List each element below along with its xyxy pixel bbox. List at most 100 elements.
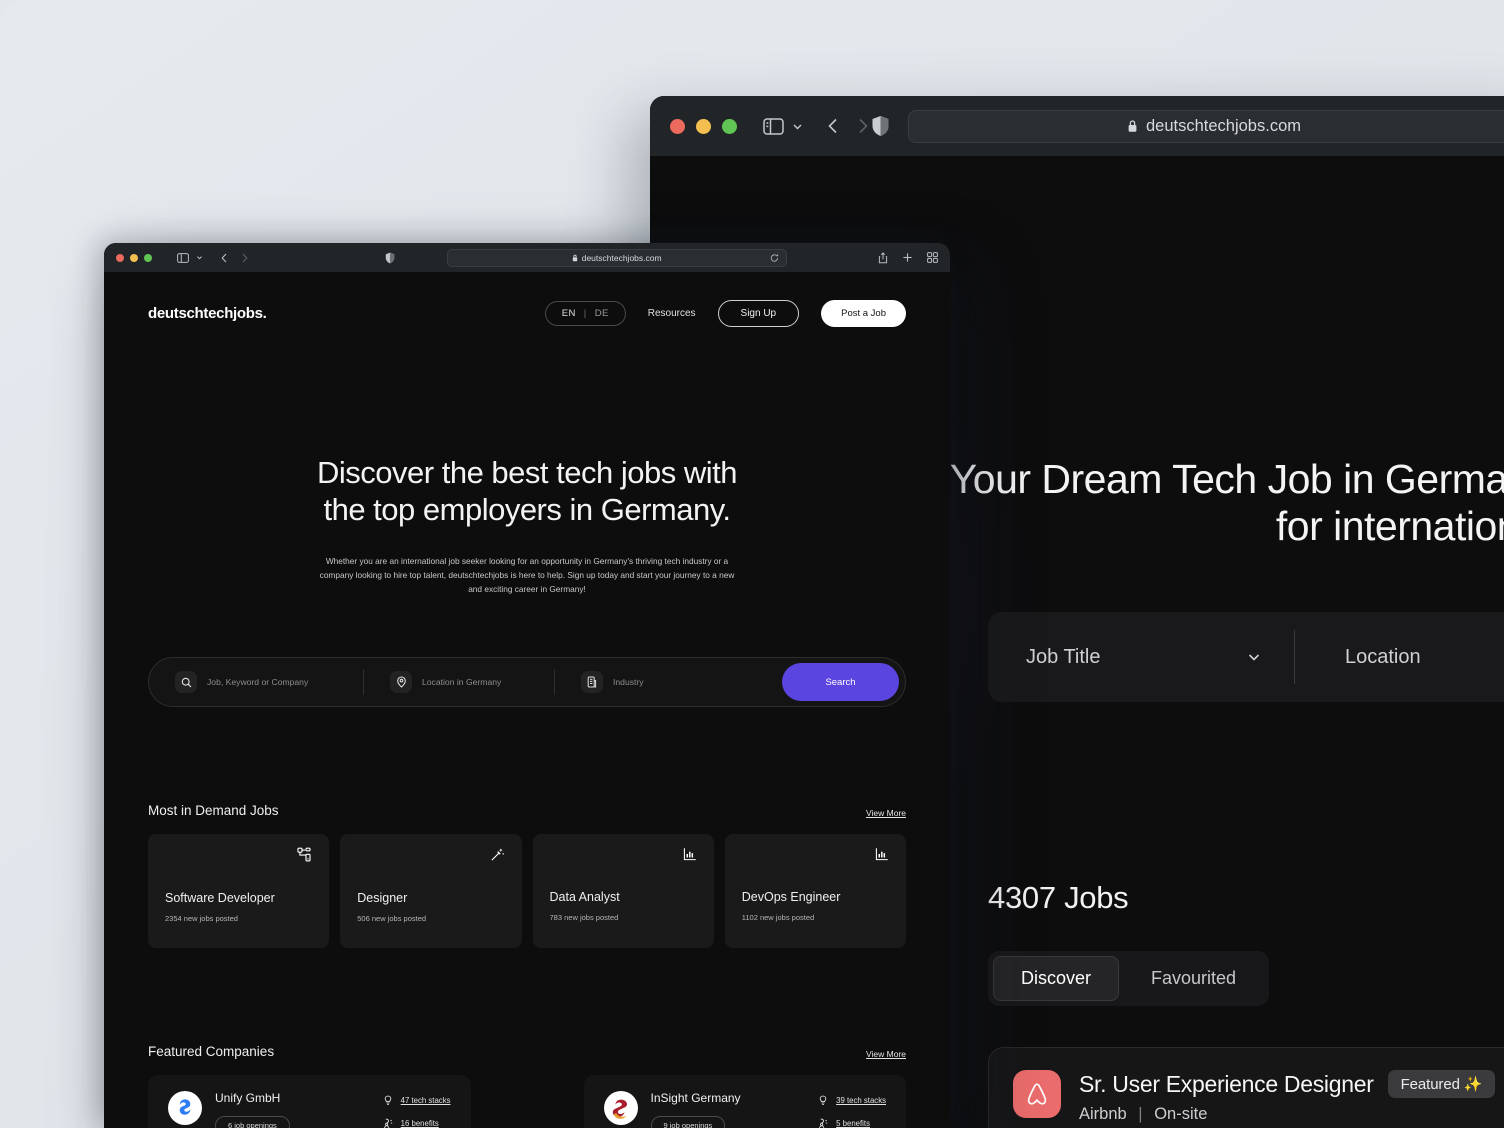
bar-chart-icon [875, 847, 889, 866]
demand-job-card[interactable]: DevOps Engineer 1102 new jobs posted [724, 834, 906, 949]
lock-icon [1127, 119, 1138, 133]
demand-jobs-grid: Software Developer 2354 new jobs posted … [148, 834, 906, 949]
close-button[interactable] [116, 253, 124, 262]
nav-link-resources[interactable]: Resources [648, 308, 696, 319]
demand-section-title: Most in Demand Jobs [148, 803, 279, 819]
post-a-job-button[interactable]: Post a Job [821, 299, 906, 327]
address-bar-url-back: deutschtechjobs.com [1145, 116, 1301, 135]
demand-view-more-link[interactable]: View More [866, 808, 906, 818]
demand-job-title: Software Developer [165, 891, 275, 906]
location-field-back[interactable]: Location [1295, 612, 1421, 702]
site-navbar: deutschtechjobs. EN | DE Resources Sign … [104, 272, 950, 354]
sign-up-button[interactable]: Sign Up [717, 299, 800, 327]
job-company-row: Airbnb | On-site [1079, 1105, 1495, 1124]
sidebar-icon[interactable] [763, 117, 784, 135]
back-arrow-icon[interactable] [220, 252, 229, 264]
tab-overview-icon[interactable] [927, 252, 938, 263]
demand-job-count: 783 new jobs posted [549, 913, 619, 923]
company-card[interactable]: InSight Germany 9 job openings 39 tech s… [583, 1075, 906, 1128]
company-tech-stacks-label[interactable]: 47 tech stacks [401, 1096, 451, 1105]
site-logo-front[interactable]: deutschtechjobs. [148, 305, 267, 322]
demand-job-card[interactable]: Software Developer 2354 new jobs posted [148, 834, 330, 949]
close-button[interactable] [670, 118, 685, 134]
company-tech-stacks[interactable]: 39 tech stacks [818, 1095, 886, 1106]
minimize-button[interactable] [696, 118, 711, 134]
forward-arrow-icon [240, 252, 249, 264]
address-bar-back[interactable]: deutschtechjobs.com [908, 109, 1504, 143]
browser-window-front[interactable]: deutschtechjobs.com deutschtechjobs. EN … [104, 243, 950, 1128]
featured-badge: Featured ✨ [1387, 1070, 1496, 1098]
search-bar-front[interactable]: Job, Keyword or Company Location in Germ… [148, 657, 906, 708]
chevron-down-icon[interactable] [790, 119, 805, 134]
airbnb-logo-icon [1013, 1070, 1061, 1118]
lang-de[interactable]: DE [595, 308, 609, 319]
share-icon[interactable] [878, 251, 888, 264]
lang-en[interactable]: EN [562, 308, 576, 319]
keyword-search-field[interactable]: Job, Keyword or Company [149, 658, 363, 706]
industry-search-field[interactable]: Industry [555, 658, 720, 706]
hero-heading-front: Discover the best tech jobs with the top… [104, 454, 950, 528]
tab-discover[interactable]: Discover [993, 956, 1120, 1001]
chevron-down-icon[interactable] [195, 253, 204, 262]
plus-icon[interactable] [902, 252, 913, 263]
address-bar-front[interactable]: deutschtechjobs.com [446, 248, 787, 267]
traffic-lights-front[interactable] [116, 253, 152, 262]
back-arrow-icon[interactable] [825, 116, 842, 136]
traffic-lights-back[interactable] [670, 118, 737, 134]
company-tech-stacks-label[interactable]: 39 tech stacks [836, 1096, 886, 1105]
demand-section-header: Most in Demand Jobs View More [148, 803, 906, 818]
maximize-button[interactable] [722, 118, 737, 134]
webpage-content-front: deutschtechjobs. EN | DE Resources Sign … [104, 272, 950, 1128]
demand-job-count: 2354 new jobs posted [165, 914, 238, 924]
navbar-actions: EN | DE Resources Sign Up Post a Job [544, 299, 906, 327]
company-stats: 39 tech stacks 5 benefits [818, 1091, 886, 1128]
workflow-icon [297, 847, 312, 867]
tab-favourited[interactable]: Favourited [1123, 956, 1264, 1001]
toolbar-left-group [116, 252, 249, 264]
reload-icon[interactable] [770, 253, 779, 262]
hero-paragraph: Whether you are an international job see… [319, 556, 735, 595]
language-switcher[interactable]: EN | DE [544, 300, 626, 326]
companies-section-header: Featured Companies View More [148, 1044, 906, 1059]
company-tech-stacks[interactable]: 47 tech stacks [383, 1095, 451, 1106]
sidebar-icon[interactable] [177, 252, 189, 263]
company-benefits-label[interactable]: 16 benefits [401, 1119, 439, 1128]
job-listing-card[interactable]: Sr. User Experience Designer Featured ✨ … [988, 1047, 1504, 1128]
location-label: Location [1345, 645, 1421, 668]
demand-job-card[interactable]: Data Analyst 783 new jobs posted [532, 834, 714, 949]
bar-chart-icon [683, 847, 697, 866]
stack-icon [383, 1095, 393, 1106]
demand-job-card[interactable]: Designer 506 new jobs posted [340, 834, 522, 949]
jobs-tabs[interactable]: Discover Favourited [988, 951, 1270, 1006]
company-name: InSight Germany [650, 1091, 741, 1106]
privacy-shield-icon[interactable] [385, 252, 395, 264]
job-title-row: Sr. User Experience Designer Featured ✨ [1079, 1070, 1496, 1098]
benefit-icon [383, 1118, 393, 1128]
chevron-down-icon[interactable] [1244, 647, 1264, 667]
search-bar-back[interactable]: Job Title Location [988, 612, 1504, 702]
companies-view-more-link[interactable]: View More [866, 1049, 906, 1059]
company-name: Unify GmbH [215, 1091, 281, 1106]
location-search-field[interactable]: Location in Germany [364, 658, 554, 706]
hero-line-1: Discover the best tech jobs with [317, 455, 737, 490]
unify-logo-icon [168, 1091, 202, 1126]
toolbar-right-group [878, 251, 938, 264]
browser-toolbar-front: deutschtechjobs.com [104, 243, 950, 272]
stack-icon [818, 1095, 828, 1106]
demand-job-title: DevOps Engineer [741, 890, 841, 905]
minimize-button[interactable] [130, 253, 138, 262]
privacy-shield-icon[interactable] [871, 115, 890, 137]
job-separator: | [1138, 1105, 1143, 1123]
company-openings-badge: 6 job openings [215, 1116, 290, 1128]
company-info: Unify GmbH 6 job openings [215, 1091, 290, 1128]
company-benefits[interactable]: 16 benefits [383, 1118, 451, 1128]
search-button[interactable]: Search [782, 663, 899, 702]
company-card[interactable]: Unify GmbH 6 job openings 47 tech stacks [148, 1075, 471, 1128]
company-benefits-label[interactable]: 5 benefits [836, 1119, 870, 1128]
job-work-mode: On-site [1154, 1105, 1208, 1123]
address-bar-url-front: deutschtechjobs.com [581, 252, 662, 263]
maximize-button[interactable] [144, 253, 152, 262]
company-benefits[interactable]: 5 benefits [818, 1118, 886, 1128]
job-title-select[interactable]: Job Title [988, 612, 1294, 702]
job-company: Airbnb [1079, 1105, 1127, 1123]
